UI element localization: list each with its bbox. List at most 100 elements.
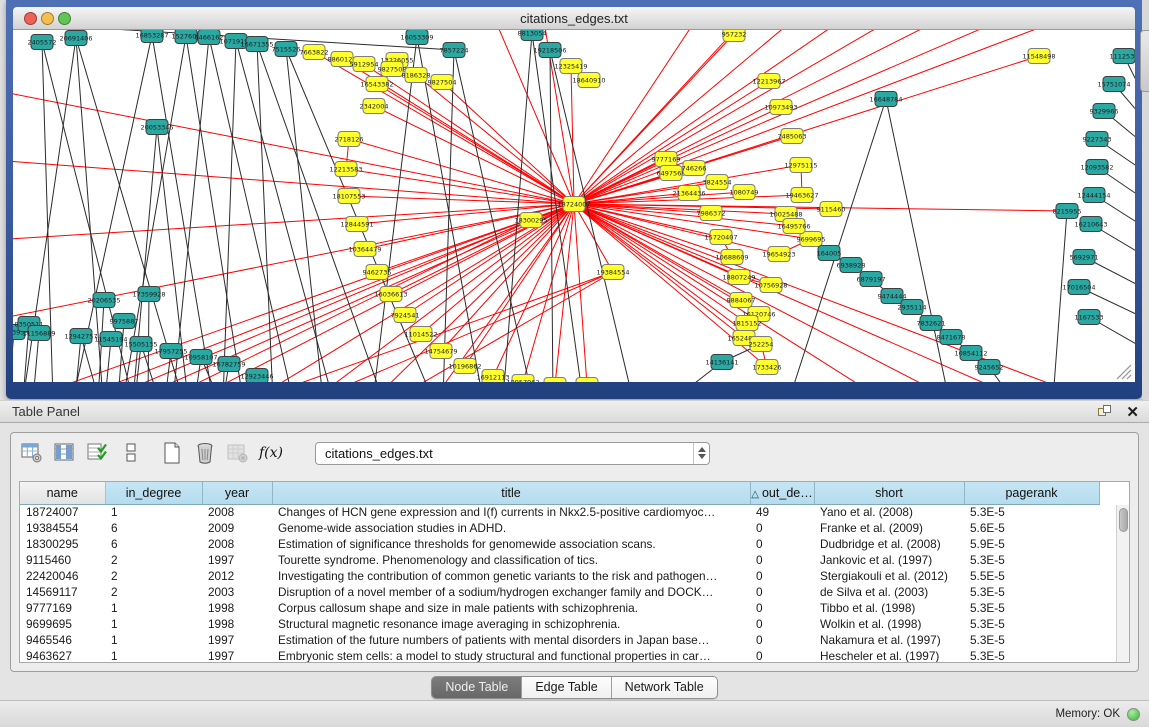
table-cell-title[interactable]: Investigating the contribution of common… — [272, 568, 750, 584]
zoom-window-button[interactable] — [58, 12, 71, 25]
network-edge[interactable] — [574, 30, 1073, 204]
table-cell-in_degree[interactable]: 1 — [105, 616, 202, 632]
table-cell-short[interactable]: Franke et al. (2009) — [814, 520, 964, 536]
table-cell-title[interactable]: Disruption of a novel member of a sodium… — [272, 584, 750, 600]
network-node[interactable]: 1815152 — [733, 316, 762, 331]
network-node[interactable]: 15751074 — [1097, 77, 1130, 92]
network-node[interactable]: 20691406 — [59, 31, 92, 46]
column-header-out_degree[interactable]: △out_de… — [750, 482, 814, 504]
table-cell-title[interactable]: Tourette syndrome. Phenomenology and cla… — [272, 552, 750, 568]
network-node[interactable]: 12444154 — [1077, 188, 1110, 203]
column-header-in_degree[interactable]: in_degree — [105, 482, 202, 504]
table-cell-year[interactable]: 1997 — [202, 552, 272, 568]
table-cell-pagerank[interactable]: 5.3E-5 — [964, 616, 1099, 632]
network-node[interactable]: 16912113 — [476, 370, 509, 383]
table-cell-out_degree[interactable]: 49 — [750, 504, 814, 520]
network-edge[interactable] — [493, 30, 574, 204]
select-columns-button[interactable] — [52, 440, 78, 466]
table-cell-out_degree[interactable]: 0 — [750, 648, 814, 663]
table-cell-name[interactable]: 9465546 — [20, 632, 105, 648]
table-cell-out_degree[interactable]: 0 — [750, 536, 814, 552]
table-cell-out_degree[interactable]: 0 — [750, 520, 814, 536]
network-node[interactable]: 12975115 — [784, 158, 817, 173]
table-cell-pagerank[interactable]: 5.9E-5 — [964, 536, 1099, 552]
table-cell-year[interactable]: 1997 — [202, 648, 272, 663]
network-edge[interactable] — [13, 160, 574, 204]
table-cell-year[interactable]: 1998 — [202, 616, 272, 632]
table-cell-in_degree[interactable]: 2 — [105, 568, 202, 584]
network-edge[interactable] — [574, 30, 899, 204]
network-node[interactable]: 1112534 — [1110, 49, 1135, 64]
table-cell-out_degree[interactable]: 0 — [750, 552, 814, 568]
column-header-short[interactable]: short — [814, 482, 964, 504]
table-row[interactable]: 1830029562008Estimation of significance … — [20, 536, 1099, 552]
row-height-button[interactable] — [118, 440, 144, 466]
network-node[interactable]: 1733426 — [753, 360, 782, 375]
table-cell-in_degree[interactable]: 1 — [105, 504, 202, 520]
table-row[interactable]: 946554611997Estimation of the future num… — [20, 632, 1099, 648]
network-node[interactable]: 12942757 — [64, 329, 97, 344]
scrollbar-thumb[interactable] — [1119, 508, 1128, 532]
network-node[interactable]: 16543382 — [360, 77, 393, 92]
table-cell-year[interactable]: 1997 — [202, 632, 272, 648]
table-cell-pagerank[interactable]: 5.3E-5 — [964, 504, 1099, 520]
network-canvas[interactable]: 1872400718300295193845549777169649756874… — [13, 30, 1135, 382]
table-cell-short[interactable]: Dudbridge et al. (2008) — [814, 536, 964, 552]
column-header-year[interactable]: year — [202, 482, 272, 504]
table-selector-dropdown[interactable]: citations_edges.txt — [315, 442, 710, 465]
network-node[interactable]: 8186328 — [402, 68, 431, 83]
network-edge[interactable] — [574, 30, 1013, 204]
network-edge[interactable] — [574, 204, 747, 323]
table-row[interactable]: 977716911998Corpus callosum shape and si… — [20, 600, 1099, 616]
network-node[interactable]: 11014522 — [404, 327, 437, 342]
network-node[interactable]: 9329966 — [1090, 104, 1119, 119]
table-mode-button[interactable] — [19, 440, 45, 466]
table-cell-name[interactable]: 18724007 — [20, 504, 105, 520]
table-row[interactable]: 911546021997Tourette syndrome. Phenomeno… — [20, 552, 1099, 568]
network-node[interactable]: 9975887 — [110, 314, 139, 329]
network-edge[interactable] — [1053, 211, 1067, 382]
table-cell-pagerank[interactable]: 5.3E-5 — [964, 600, 1099, 616]
table-cell-in_degree[interactable]: 1 — [105, 632, 202, 648]
network-node[interactable]: 17359928 — [132, 287, 165, 302]
network-view-window[interactable]: citations_edges.txt 18724007183002951938… — [6, 0, 1142, 399]
network-node[interactable]: 2405572 — [28, 35, 57, 50]
network-node[interactable]: 7832621 — [917, 316, 946, 331]
table-cell-title[interactable]: Structural magnetic resonance image aver… — [272, 616, 750, 632]
window-titlebar[interactable]: citations_edges.txt — [13, 7, 1135, 30]
close-panel-icon[interactable]: ✕ — [1126, 403, 1139, 421]
table-cell-title[interactable]: Genome-wide association studies in ADHD. — [272, 520, 750, 536]
table-cell-short[interactable]: Jankovic et al. (1997) — [814, 552, 964, 568]
network-node[interactable]: 10688609 — [715, 250, 748, 265]
table-cell-pagerank[interactable]: 5.6E-5 — [964, 520, 1099, 536]
network-node[interactable]: 16210643 — [1074, 217, 1107, 232]
table-cell-pagerank[interactable]: 5.3E-5 — [964, 552, 1099, 568]
network-node[interactable]: 9600548 — [541, 378, 570, 383]
table-cell-year[interactable]: 1998 — [202, 600, 272, 616]
column-visibility-button[interactable] — [85, 440, 111, 466]
network-node[interactable]: 18107553 — [332, 189, 365, 204]
network-node[interactable]: 10732802 — [570, 378, 603, 383]
table-row[interactable]: 2242004622012Investigating the contribut… — [20, 568, 1099, 584]
network-node[interactable]: 957232 — [722, 30, 747, 42]
network-node[interactable]: 9227343 — [1083, 132, 1112, 147]
minimize-window-button[interactable] — [41, 12, 54, 25]
column-header-name[interactable]: name — [20, 482, 105, 504]
table-cell-short[interactable]: Stergiakouli et al. (2012) — [814, 568, 964, 584]
network-node[interactable]: 9777169 — [652, 152, 681, 167]
network-node[interactable]: 7986372 — [697, 206, 726, 221]
table-cell-pagerank[interactable]: 5.3E-5 — [964, 648, 1099, 663]
network-node[interactable]: 8813054 — [518, 30, 547, 41]
table-cell-name[interactable]: 14569117 — [20, 584, 105, 600]
network-node[interactable]: 20206535 — [87, 293, 120, 308]
network-node[interactable]: 1167533 — [1075, 310, 1104, 325]
network-node[interactable]: 7663822 — [300, 45, 329, 60]
network-node[interactable]: 6879197 — [857, 272, 886, 287]
table-cell-out_degree[interactable]: 0 — [750, 616, 814, 632]
network-node[interactable]: 16853287 — [135, 30, 168, 43]
network-edge[interactable] — [574, 30, 799, 204]
table-cell-year[interactable]: 2003 — [202, 584, 272, 600]
network-edge[interactable] — [571, 66, 574, 204]
network-node[interactable]: 2342004 — [360, 99, 389, 114]
table-cell-short[interactable]: Nakamura et al. (1997) — [814, 632, 964, 648]
